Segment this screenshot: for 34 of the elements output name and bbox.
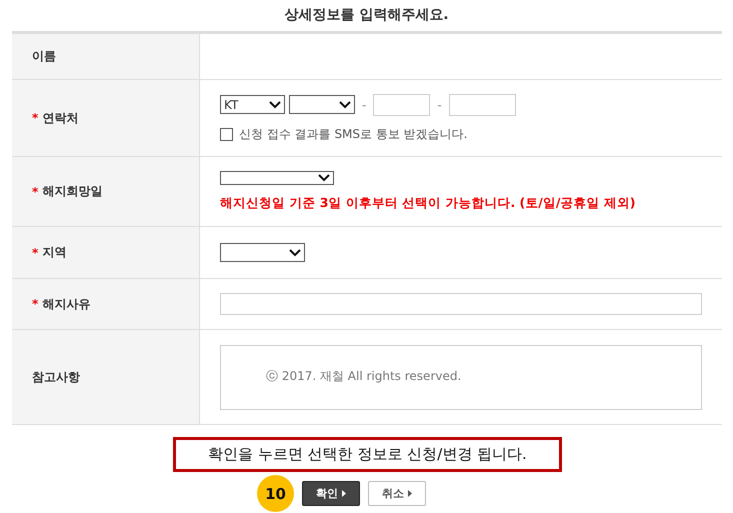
required-marker: * (32, 246, 38, 260)
chevron-icon (289, 248, 301, 256)
notes-textarea[interactable]: ⓒ 2017. 재철 All rights reserved. (220, 344, 702, 410)
step-badge: 10 (257, 475, 294, 512)
prefix-dropdown[interactable] (289, 95, 355, 114)
checkbox-label: 신청 접수 결과를 SMS로 통보 받겠습니다. (239, 126, 468, 142)
row-label: 이름 (32, 48, 56, 65)
date-dropdown[interactable] (220, 171, 334, 185)
phone-input[interactable] (373, 94, 430, 116)
date-note: 해지신청일 기준 3일 이후부터 선택이 가능합니다. (토/일/공휴일 제외) (220, 195, 636, 212)
notice-box: 확인을 누르면 선택한 정보로 신청/변경 됩니다. (173, 437, 562, 472)
row-label: 참고사항 (32, 368, 80, 386)
chevron-icon (269, 100, 281, 108)
checkbox[interactable] (220, 128, 233, 140)
region-dropdown[interactable] (220, 243, 305, 262)
reason-input[interactable] (220, 293, 702, 315)
chevron-icon (339, 100, 351, 108)
confirm-button[interactable]: 확인 (302, 481, 360, 506)
row-label: 해지사유 (42, 296, 90, 312)
required-marker: * (32, 184, 38, 198)
phone-input[interactable] (448, 94, 516, 116)
form-title: 상세정보를 입력해주세요. (283, 6, 450, 25)
chevron-icon (318, 174, 330, 182)
carrier-dropdown[interactable]: KT (220, 95, 285, 114)
required-marker: * (32, 111, 38, 125)
caret-icon (342, 490, 346, 497)
row-label: 지역 (42, 244, 66, 261)
dash: - (436, 98, 443, 112)
row-label: 해지희망일 (42, 183, 102, 200)
dash: - (361, 98, 368, 112)
caret-icon (408, 490, 412, 497)
row-label: 연락처 (42, 110, 78, 126)
cancel-button[interactable]: 취소 (368, 481, 426, 506)
required-marker: * (32, 297, 38, 311)
